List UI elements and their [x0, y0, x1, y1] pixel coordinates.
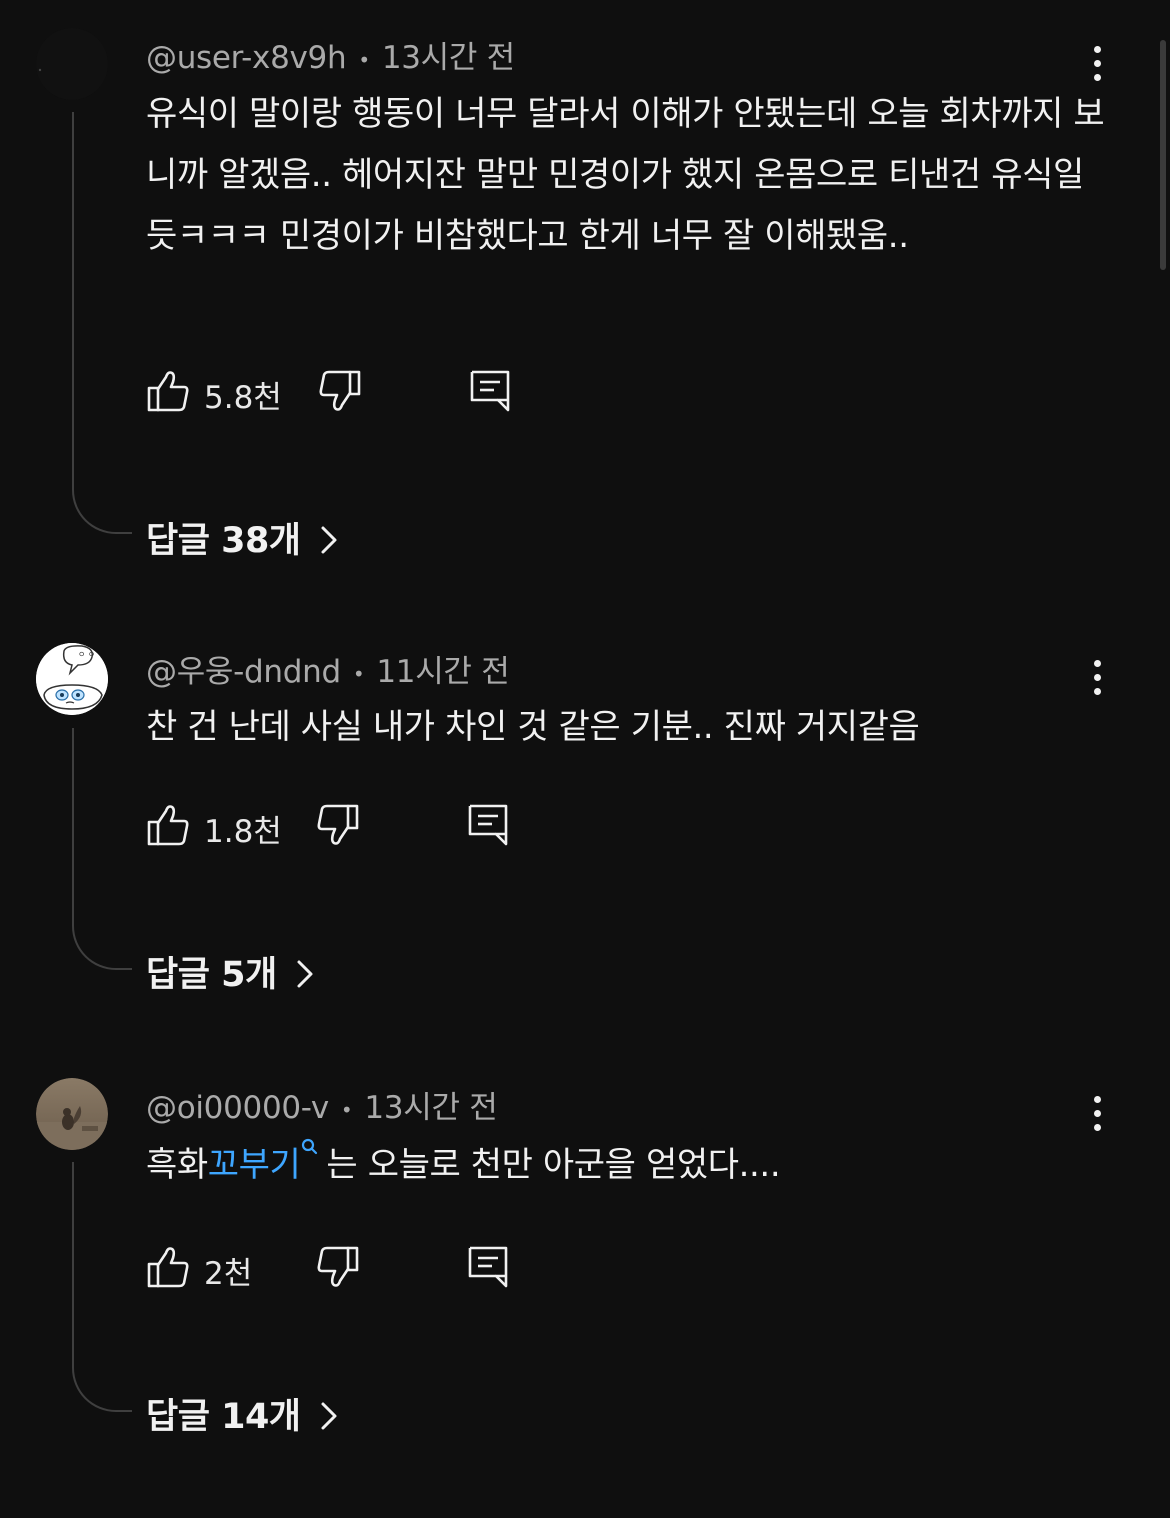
- comment-actions: 1.8천: [146, 802, 566, 852]
- comment-meta: @우웅-dndnd • 11시간 전: [146, 646, 510, 691]
- more-vertical-icon: [1094, 1096, 1101, 1103]
- more-options-button[interactable]: [1086, 658, 1110, 698]
- more-options-button[interactable]: [1086, 44, 1110, 84]
- view-replies-button[interactable]: 답글 14개: [146, 1388, 339, 1439]
- timestamp[interactable]: 11시간 전: [376, 654, 509, 690]
- like-count: 1.8천: [204, 814, 282, 850]
- author-name[interactable]: @oi00000-v: [146, 1090, 329, 1126]
- like-count: 2천: [204, 1256, 253, 1292]
- thumbs-up-icon: [147, 1247, 189, 1288]
- more-options-button[interactable]: [1086, 1094, 1110, 1134]
- reply-button[interactable]: [468, 368, 514, 414]
- avatar[interactable]: [36, 1078, 108, 1150]
- comment-text-before: 흑화: [146, 1145, 208, 1185]
- thumbs-up-icon: [147, 371, 189, 412]
- search-icon[interactable]: [300, 1135, 318, 1165]
- replies-label: 답글 5개: [146, 955, 277, 995]
- more-vertical-icon: [1094, 46, 1101, 53]
- thumbs-down-icon: [317, 804, 359, 845]
- reply-comment-icon: [468, 804, 508, 846]
- timestamp[interactable]: 13시간 전: [364, 1090, 497, 1126]
- comment-meta: @user-x8v9h • 13시간 전: [146, 32, 515, 77]
- like-count: 5.8천: [204, 380, 282, 416]
- dislike-button[interactable]: [316, 368, 362, 414]
- comment-meta: @oi00000-v • 13시간 전: [146, 1082, 498, 1127]
- thread-line: [72, 1162, 132, 1412]
- chevron-right-icon: [319, 1400, 339, 1432]
- timestamp[interactable]: 13시간 전: [382, 40, 515, 76]
- reply-comment-icon: [468, 1246, 508, 1288]
- more-dot: [1094, 74, 1101, 81]
- chevron-right-icon: [295, 958, 315, 990]
- comment-text: 찬 건 난데 사실 내가 차인 것 같은 기분.. 진짜 거지같음: [146, 707, 920, 747]
- separator-dot: •: [358, 47, 370, 72]
- dislike-button[interactable]: [314, 1244, 360, 1290]
- thread-line: [72, 728, 132, 970]
- thumbs-up-icon: [147, 805, 189, 846]
- comment-actions: 2천: [146, 1244, 566, 1294]
- author-name[interactable]: @우웅-dndnd: [146, 654, 341, 690]
- comment-text: 유식이 말이랑 행동이 너무 달라서 이해가 안됐는데 오늘 회차까지 보니까 …: [146, 94, 1105, 256]
- thread-line: [72, 112, 132, 534]
- separator-dot: •: [352, 661, 365, 686]
- view-replies-button[interactable]: 답글 5개: [146, 946, 315, 997]
- chevron-right-icon: [319, 524, 339, 556]
- more-dot: [1094, 60, 1101, 67]
- comment-text-after: 는 오늘로 천만 아군을 얻었다....: [326, 1145, 781, 1185]
- thumbs-down-icon: [319, 370, 361, 411]
- search-link[interactable]: 꼬부기: [208, 1145, 301, 1185]
- like-button[interactable]: [146, 1244, 192, 1290]
- scrollbar-thumb[interactable]: [1160, 40, 1166, 270]
- view-replies-button[interactable]: 답글 38개: [146, 512, 339, 563]
- replies-label: 답글 38개: [146, 521, 301, 561]
- thumbs-down-icon: [317, 1246, 359, 1287]
- separator-dot: •: [340, 1097, 353, 1122]
- reply-button[interactable]: [466, 802, 512, 848]
- reply-button[interactable]: [466, 1244, 512, 1290]
- more-dot: [1094, 1124, 1101, 1131]
- avatar[interactable]: [36, 28, 108, 100]
- like-button[interactable]: [146, 368, 192, 414]
- svg-text:ㅇ ㅇ: ㅇ ㅇ: [78, 650, 95, 659]
- more-vertical-icon: [1094, 660, 1101, 667]
- replies-label: 답글 14개: [146, 1397, 301, 1437]
- more-dot: [1094, 1110, 1101, 1117]
- comment-actions: 5.8천: [146, 368, 566, 418]
- avatar[interactable]: ㅇ ㅇ: [36, 643, 108, 715]
- dislike-button[interactable]: [314, 802, 360, 848]
- reply-comment-icon: [470, 370, 510, 412]
- more-dot: [1094, 674, 1101, 681]
- comment-text: 흑화꼬부기 는 오늘로 천만 아군을 얻었다....: [146, 1135, 1106, 1196]
- more-dot: [1094, 688, 1101, 695]
- author-name[interactable]: @user-x8v9h: [146, 40, 347, 76]
- like-button[interactable]: [146, 802, 192, 848]
- scrollbar[interactable]: [1156, 0, 1170, 1518]
